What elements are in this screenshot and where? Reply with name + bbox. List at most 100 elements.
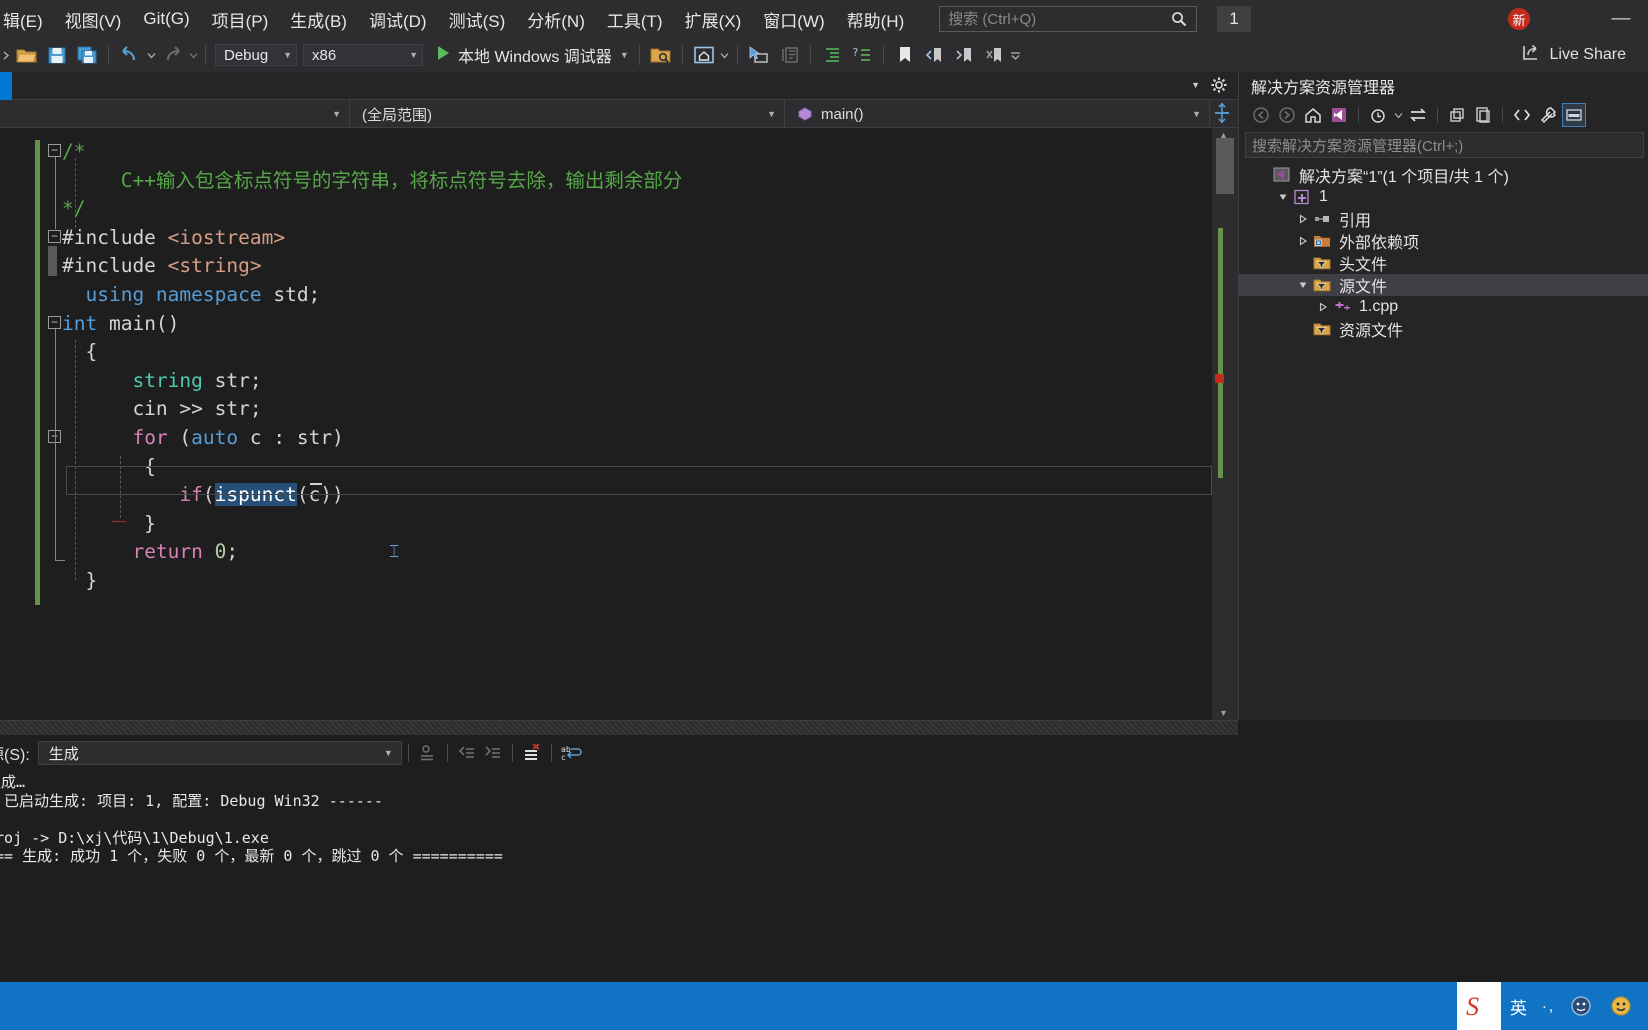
collapse-all-icon[interactable] [1445, 103, 1469, 127]
project-scope-dropdown[interactable]: ▼ [0, 100, 350, 128]
code-line[interactable]: return 0; [62, 538, 682, 567]
scrollbar-thumb[interactable] [1216, 138, 1234, 194]
code-editor[interactable]: − − − − /* C++输入包含标点符号的字符串，将标点符号去除，输出剩余部… [0, 128, 1238, 720]
ime-language-indicator[interactable]: 英 [1501, 994, 1536, 1019]
twisty-collapsed-icon[interactable] [1295, 214, 1311, 224]
indent-icon[interactable] [819, 42, 845, 68]
menu-git[interactable]: Git(G) [132, 5, 200, 33]
clear-all-icon[interactable] [519, 740, 545, 766]
copy-icon[interactable] [1471, 103, 1495, 127]
output-text[interactable]: 生成…- 已启动生成: 项目: 1, 配置: Debug Win32 -----… [0, 773, 1238, 973]
next-message-icon[interactable] [480, 740, 506, 766]
find-message-icon[interactable] [415, 740, 441, 766]
tree-item-resource-files[interactable]: 资源文件 [1239, 318, 1648, 340]
start-debugging-button[interactable]: 本地 Windows 调试器 ▼ [432, 43, 633, 67]
home-icon[interactable] [1301, 103, 1325, 127]
quick-search-box[interactable] [939, 6, 1198, 32]
tree-item-references[interactable]: 引用 [1239, 208, 1648, 230]
forward-icon[interactable] [1275, 103, 1299, 127]
code-line[interactable]: #include <string> [62, 252, 682, 281]
code-line[interactable]: string str; [62, 367, 682, 396]
undo-icon[interactable] [117, 42, 143, 68]
undo-dropdown-icon[interactable] [145, 42, 157, 68]
menu-analyze[interactable]: 分析(N) [516, 3, 596, 36]
sogou-ime-icon[interactable]: S [1456, 982, 1501, 1030]
gear-icon[interactable] [1210, 76, 1228, 99]
toolbar-overflow-right-icon[interactable] [1010, 42, 1022, 68]
tree-item-1-cpp[interactable]: 1.cpp [1239, 296, 1648, 318]
code-line[interactable]: /* [62, 138, 682, 167]
frame-home-icon[interactable] [691, 42, 717, 68]
redo-icon[interactable] [159, 42, 185, 68]
solution-explorer-search[interactable]: 搜索解决方案资源管理器(Ctrl+;) [1245, 132, 1644, 158]
properties-window-icon[interactable] [1562, 103, 1586, 127]
code-line[interactable]: #include <iostream> [62, 224, 682, 253]
next-bookmark-icon[interactable] [952, 42, 978, 68]
redo-dropdown-icon[interactable] [187, 42, 199, 68]
outdent-icon[interactable]: ? [849, 42, 875, 68]
menu-build[interactable]: 生成(B) [279, 3, 358, 36]
chevron-down-icon-7[interactable] [1392, 103, 1404, 127]
tree-item-project[interactable]: 1 [1239, 186, 1648, 208]
tree-item-external-dependencies[interactable]: 外部依赖项 [1239, 230, 1648, 252]
ime-smile-icon[interactable] [1601, 995, 1648, 1017]
menu-tools[interactable]: 工具(T) [596, 3, 674, 36]
code-line[interactable]: int main() [62, 310, 682, 339]
twisty-collapsed-icon[interactable] [1315, 302, 1331, 312]
solution-tree[interactable]: 解决方案“1”(1 个项目/共 1 个) 1 引用 外部依赖项 头文件 源文件 1.cpp 资… [1239, 158, 1648, 340]
navigate-to-icon[interactable] [746, 42, 772, 68]
code-line[interactable]: using namespace std; [62, 281, 682, 310]
menu-project[interactable]: 项目(P) [201, 3, 280, 36]
twisty-expanded-icon[interactable] [1275, 192, 1291, 202]
new-notification-badge[interactable]: 新 [1508, 8, 1530, 30]
chevron-down-icon-3[interactable]: ▼ [620, 50, 629, 60]
open-folder-icon[interactable] [14, 42, 40, 68]
menu-extensions[interactable]: 扩展(X) [674, 3, 753, 36]
fold-toggle-includes[interactable]: − [48, 230, 61, 243]
toolbar-overflow-left-icon[interactable] [0, 42, 12, 68]
code-text[interactable]: /* C++输入包含标点符号的字符串，将标点符号去除，输出剩余部分 */ #incl… [62, 138, 682, 596]
menu-help[interactable]: 帮助(H) [836, 3, 916, 36]
tree-item-header-files[interactable]: 头文件 [1239, 252, 1648, 274]
code-line[interactable]: { [62, 338, 682, 367]
scrollbar-error-mark[interactable] [1215, 374, 1224, 383]
code-line[interactable]: for (auto c : str) [62, 424, 682, 453]
code-line[interactable]: } [62, 567, 682, 596]
pending-changes-icon[interactable] [1366, 103, 1390, 127]
show-all-files-icon[interactable] [1510, 103, 1534, 127]
menu-edit[interactable]: 辑(E) [0, 3, 54, 36]
prev-message-icon[interactable] [454, 740, 480, 766]
tree-item-source-files[interactable]: 源文件 [1239, 274, 1648, 296]
search-input[interactable] [940, 8, 1161, 30]
menu-test[interactable]: 测试(S) [438, 3, 517, 36]
menu-debug[interactable]: 调试(D) [358, 3, 438, 36]
fold-toggle-comment[interactable]: − [48, 144, 61, 157]
ime-punctuation-indicator[interactable]: ·, [1536, 998, 1561, 1015]
tab-list-chevron-icon[interactable]: ▼ [1191, 80, 1200, 90]
ime-status-icon[interactable] [1561, 995, 1601, 1017]
live-share-button[interactable]: Live Share [1522, 43, 1626, 67]
panel-resize-grip[interactable] [0, 721, 1238, 735]
split-editor-icon[interactable] [1212, 102, 1232, 129]
scroll-down-icon[interactable]: ▼ [1219, 708, 1228, 718]
back-icon[interactable] [1249, 103, 1273, 127]
code-line[interactable]: C++输入包含标点符号的字符串，将标点符号去除，输出剩余部分 [62, 167, 683, 196]
type-scope-dropdown[interactable]: (全局范围) ▼ [350, 100, 785, 128]
prev-bookmark-icon[interactable] [922, 42, 948, 68]
twisty-collapsed-icon[interactable] [1295, 236, 1311, 246]
editor-vertical-scrollbar[interactable]: ▲ ▼ [1212, 128, 1238, 720]
menu-window[interactable]: 窗口(W) [752, 3, 835, 36]
comment-icon[interactable] [776, 42, 802, 68]
code-line[interactable]: } [62, 510, 682, 539]
properties-wrench-icon[interactable] [1536, 103, 1560, 127]
toggle-word-wrap-icon[interactable]: ab c [558, 740, 584, 766]
clear-bookmark-icon[interactable] [982, 42, 1008, 68]
sync-icon[interactable] [1406, 103, 1430, 127]
find-in-files-icon[interactable] [648, 42, 674, 68]
tree-item-solution[interactable]: 解决方案“1”(1 个项目/共 1 个) [1239, 164, 1648, 186]
code-line[interactable]: */ [62, 195, 682, 224]
frame-dropdown-icon[interactable] [719, 42, 731, 68]
platform-dropdown[interactable]: x86 ▼ [303, 44, 423, 66]
fold-toggle-main[interactable]: − [48, 316, 61, 329]
code-line[interactable]: cin >> str; [62, 395, 682, 424]
